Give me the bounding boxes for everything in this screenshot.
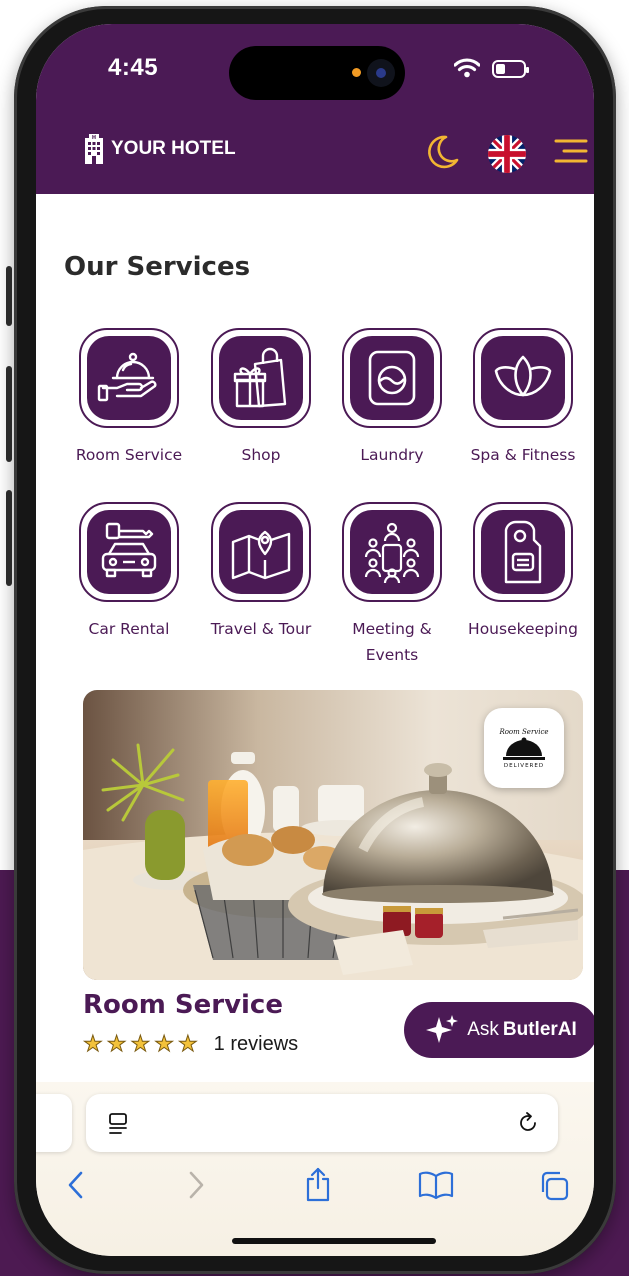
dynamic-island [229, 46, 405, 100]
service-label: Shop [241, 446, 281, 464]
camera-icon [367, 59, 395, 87]
wifi-icon [454, 58, 480, 78]
star-icon: ★ [154, 1032, 175, 1058]
featured-title: Room Service [83, 990, 283, 1020]
phone-frame: 4:45 H YOUR HOTEL Our Services Room Serv… [6, 6, 616, 1274]
reviews-count[interactable]: 1 reviews [214, 1033, 298, 1056]
badge-title: Room Service [499, 727, 549, 736]
rating-stars: ★ ★ ★ ★ ★ 1 reviews [83, 1032, 299, 1058]
ask-butlerai-button[interactable]: Ask ButlerAI [404, 1002, 594, 1058]
star-icon: ★ [106, 1032, 127, 1058]
service-meeting-events[interactable]: Meeting & Events [327, 502, 457, 668]
back-icon[interactable] [66, 1170, 86, 1200]
service-label: Housekeeping [468, 620, 578, 638]
previous-tab-preview[interactable] [36, 1094, 72, 1152]
reader-icon[interactable] [108, 1112, 130, 1136]
service-label: Spa & Fitness [470, 446, 576, 464]
map-icon [231, 530, 291, 580]
service-label: Car Rental [88, 620, 170, 638]
service-room-service[interactable]: Room Service [64, 328, 194, 468]
bookmarks-icon[interactable] [418, 1170, 454, 1200]
service-shop[interactable]: Shop [196, 328, 326, 468]
service-label: Laundry [360, 446, 424, 464]
volume-up-button [6, 366, 12, 462]
ask-prefix: Ask [467, 1019, 499, 1040]
service-travel-tour[interactable]: Travel & Tour [196, 502, 326, 642]
uk-flag-icon[interactable] [488, 135, 526, 173]
door-hanger-icon [504, 520, 542, 584]
shopping-bag-icon [233, 347, 287, 408]
lotus-icon [494, 355, 552, 397]
svg-text:H: H [92, 135, 96, 141]
menu-icon[interactable] [554, 138, 588, 166]
star-icon: ★ [177, 1032, 198, 1058]
hotel-icon: H [85, 134, 103, 164]
service-car-rental[interactable]: Car Rental [64, 502, 194, 642]
forward-icon[interactable] [186, 1170, 206, 1200]
room-service-badge: Room Service DELIVERED [484, 708, 564, 788]
sparkle-icon [426, 1015, 459, 1043]
brand-name: YOUR HOTEL [111, 138, 236, 159]
star-icon: ★ [130, 1032, 151, 1058]
action-button [6, 266, 12, 326]
app-header: 4:45 H YOUR HOTEL [36, 24, 594, 194]
star-icon: ★ [83, 1032, 104, 1058]
privacy-dot [352, 68, 361, 77]
home-indicator[interactable] [232, 1238, 436, 1244]
volume-down-button [6, 490, 12, 586]
service-label: Meeting & Events [352, 620, 432, 664]
badge-subtitle: DELIVERED [503, 762, 545, 769]
status-time: 4:45 [108, 54, 159, 81]
service-spa-fitness[interactable]: Spa & Fitness [458, 328, 588, 468]
service-label: Room Service [75, 446, 183, 464]
service-housekeeping[interactable]: Housekeeping [458, 502, 588, 642]
share-icon[interactable] [304, 1166, 332, 1202]
washing-machine-icon [368, 350, 416, 406]
cloche-icon [97, 352, 157, 402]
section-title: Our Services [64, 252, 251, 282]
cloche-icon [503, 737, 545, 760]
battery-icon [492, 60, 529, 78]
screen: 4:45 H YOUR HOTEL Our Services Room Serv… [36, 24, 594, 1256]
address-bar[interactable] [86, 1094, 558, 1152]
ask-name: ButlerAI [502, 1019, 577, 1040]
car-key-icon [101, 522, 157, 578]
moon-icon[interactable] [426, 134, 460, 170]
brand-logo[interactable]: H YOUR HOTEL [83, 134, 236, 164]
tabs-icon[interactable] [538, 1170, 570, 1202]
reload-icon[interactable] [516, 1111, 540, 1135]
meeting-icon [364, 522, 420, 583]
service-label: Travel & Tour [210, 620, 312, 638]
service-laundry[interactable]: Laundry [327, 328, 457, 468]
